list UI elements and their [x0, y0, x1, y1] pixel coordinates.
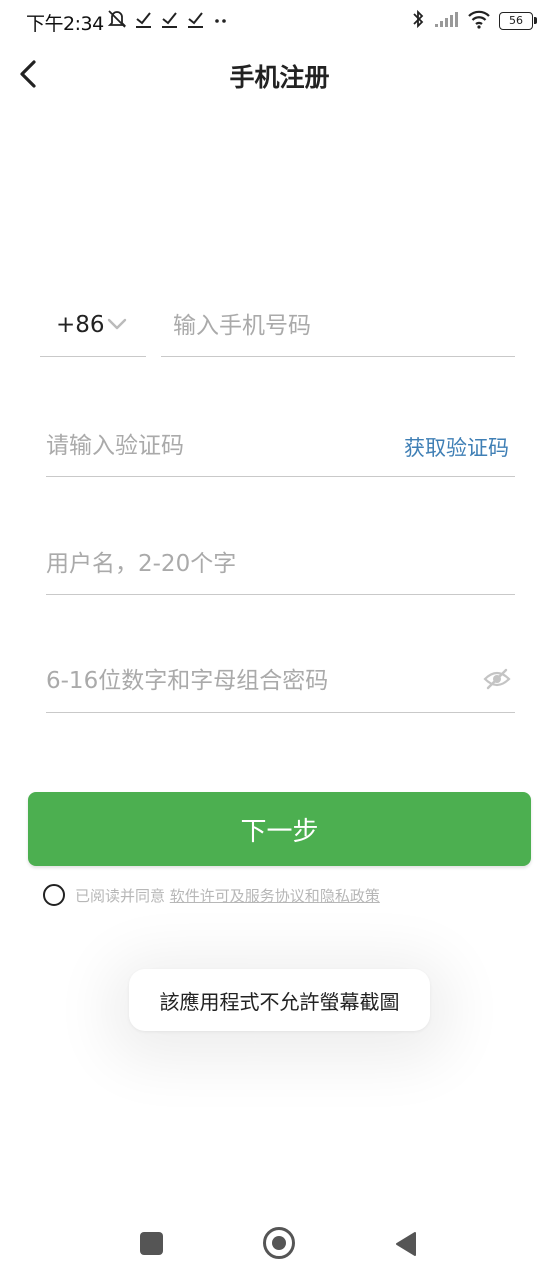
- status-icons-right: 56: [411, 9, 537, 33]
- eye-off-icon[interactable]: [483, 667, 511, 695]
- home-circle-icon[interactable]: [263, 1227, 295, 1259]
- wifi-icon: [467, 9, 491, 33]
- toast-message: 該應用程式不允許螢幕截圖: [129, 969, 430, 1031]
- country-code-selector[interactable]: +86: [40, 300, 146, 357]
- code-field-row: 获取验证码: [46, 420, 515, 477]
- country-code-label: +86: [56, 312, 105, 338]
- agreement-checkbox[interactable]: [43, 884, 65, 906]
- agreement-row: 已阅读并同意 软件许可及服务协议和隐私政策: [43, 883, 380, 907]
- bluetooth-icon: [411, 9, 425, 33]
- phone-input[interactable]: [173, 306, 503, 346]
- agreement-text: 已阅读并同意 软件许可及服务协议和隐私政策: [75, 885, 380, 906]
- check-icon: [186, 9, 206, 33]
- mute-bell-icon: [106, 8, 128, 34]
- phone-field-row: [161, 300, 515, 357]
- privacy-policy-link[interactable]: 隐私政策: [320, 887, 380, 905]
- recents-square-icon[interactable]: [140, 1232, 163, 1255]
- license-agreement-link[interactable]: 软件许可及服务协议: [170, 887, 305, 905]
- signal-icon: [433, 10, 459, 32]
- status-time: 下午2:34: [26, 13, 104, 35]
- agreement-connector: 和: [304, 886, 320, 905]
- check-icon: [134, 9, 154, 33]
- password-field-row: [46, 655, 515, 713]
- verification-code-input[interactable]: [46, 426, 376, 466]
- chevron-down-icon: [106, 316, 128, 336]
- username-input[interactable]: [46, 544, 506, 584]
- page-title: 手机注册: [229, 63, 330, 92]
- password-input[interactable]: [46, 661, 466, 701]
- get-code-button[interactable]: 获取验证码: [404, 432, 509, 462]
- status-icons-left: [106, 8, 230, 34]
- back-triangle-icon[interactable]: [395, 1231, 417, 1261]
- username-field-row: [46, 538, 515, 595]
- battery-icon: 56: [499, 12, 537, 30]
- next-step-button[interactable]: 下一步: [28, 792, 531, 866]
- check-icon: [160, 9, 180, 33]
- status-bar: 下午2:34 56: [0, 0, 559, 42]
- agreement-prefix: 已阅读并同意: [75, 886, 170, 905]
- more-dots-icon: [212, 9, 230, 33]
